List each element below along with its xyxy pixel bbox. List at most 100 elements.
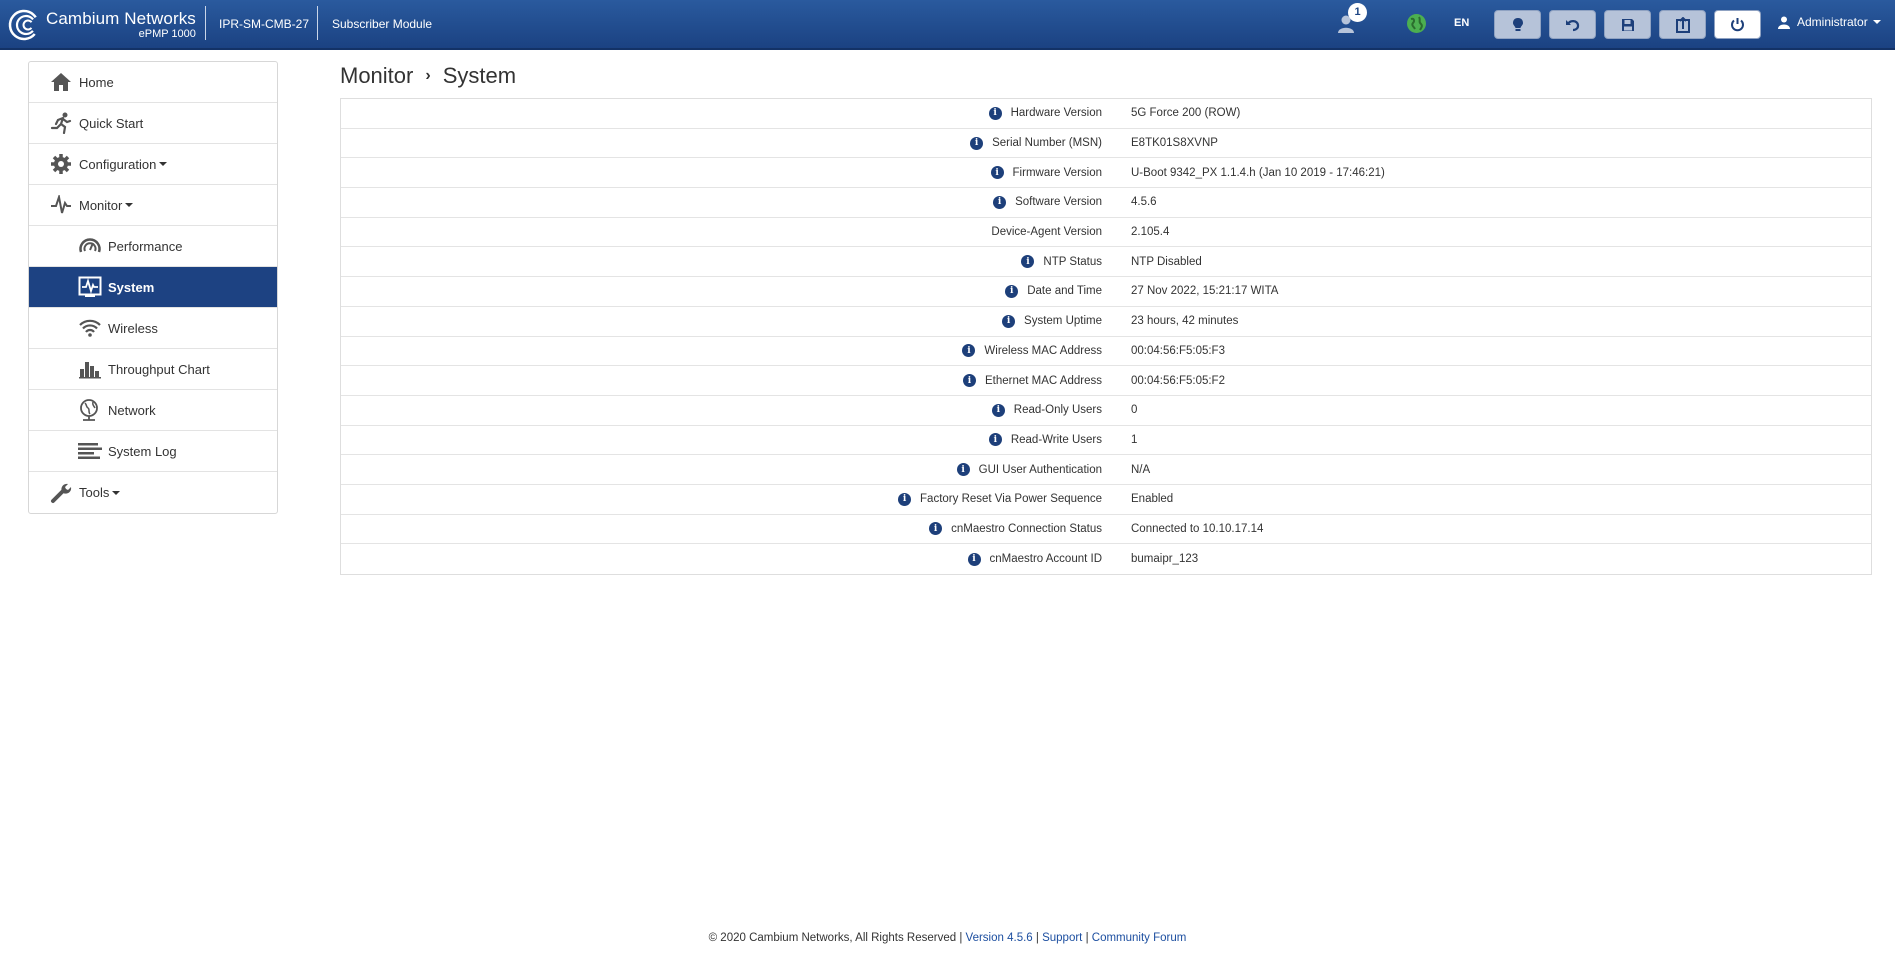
info-icon[interactable]: i <box>1005 284 1019 298</box>
support-link[interactable]: Support <box>1042 932 1082 944</box>
upload-icon <box>1675 16 1690 33</box>
sidebar-item-label: Tools <box>79 485 110 500</box>
reset-button[interactable] <box>1549 10 1596 39</box>
row-label: Device-Agent Version <box>991 226 1102 239</box>
row-value: N/A <box>1131 463 1151 476</box>
breadcrumb-parent[interactable]: Monitor <box>340 63 413 89</box>
chevron-down-icon <box>1872 20 1881 24</box>
sidebar-item-wireless[interactable]: Wireless <box>29 308 277 349</box>
notification-badge: 1 <box>1348 3 1367 22</box>
info-icon[interactable]: i <box>1021 255 1035 269</box>
row-value: NTP Disabled <box>1131 255 1202 268</box>
footer-separator: | <box>1085 932 1089 944</box>
row-label-cell: i Factory Reset Via Power Sequence <box>341 492 1102 506</box>
row-label: Read-Only Users <box>1013 404 1102 417</box>
footer-separator: | <box>1035 932 1039 944</box>
upload-button[interactable] <box>1659 10 1706 39</box>
sidebar-item-label: System Log <box>108 443 177 459</box>
table-row: i Wireless MAC Address 00:04:56:F5:05:F3 <box>341 337 1871 367</box>
row-label: Serial Number (MSN) <box>992 137 1102 150</box>
chevron-down-icon <box>125 203 134 207</box>
row-label: Factory Reset Via Power Sequence <box>920 493 1102 506</box>
table-row: Device-Agent Version 2.105.4 <box>341 218 1871 248</box>
sidebar: Home Quick Start Configuration Monitor P… <box>28 61 278 514</box>
row-label: Read-Write Users <box>1010 433 1102 446</box>
sidebar-item-tools[interactable]: Tools <box>29 472 277 513</box>
language-selector[interactable]: EN <box>1454 17 1469 29</box>
row-value: U-Boot 9342_PX 1.1.4.h (Jan 10 2019 - 17… <box>1131 166 1385 179</box>
sidebar-item-label: Wireless <box>108 320 158 336</box>
footer: © 2020 Cambium Networks, All Rights Rese… <box>0 932 1895 944</box>
sidebar-item-monitor[interactable]: Monitor <box>29 185 277 226</box>
home-icon <box>48 69 74 95</box>
info-icon[interactable]: i <box>1002 314 1016 328</box>
info-icon[interactable]: i <box>967 552 981 566</box>
info-icon[interactable]: i <box>898 492 912 506</box>
row-label: System Uptime <box>1024 315 1102 328</box>
globe-network-icon <box>77 397 103 423</box>
table-row: i Firmware Version U-Boot 9342_PX 1.1.4.h … <box>341 158 1871 189</box>
table-row: i Serial Number (MSN) E8TK01S8XVNP <box>341 129 1871 159</box>
version-link[interactable]: Version 4.5.6 <box>966 932 1033 944</box>
info-icon[interactable]: i <box>970 136 984 150</box>
footer-copyright: © 2020 Cambium Networks, All Rights Rese… <box>708 932 957 944</box>
save-button[interactable] <box>1604 10 1651 39</box>
community-forum-link[interactable]: Community Forum <box>1092 932 1187 944</box>
row-value: E8TK01S8XVNP <box>1131 137 1218 150</box>
sidebar-item-network[interactable]: Network <box>29 390 277 431</box>
info-icon[interactable]: i <box>988 106 1002 120</box>
row-label-cell: i Read-Only Users <box>341 403 1102 417</box>
sidebar-item-system-log[interactable]: System Log <box>29 431 277 472</box>
chevron-right-icon: › <box>425 67 431 84</box>
user-menu[interactable]: Administrator <box>1778 15 1881 29</box>
row-label-cell: i System Uptime <box>341 314 1102 328</box>
header-divider <box>205 6 206 40</box>
sidebar-item-performance[interactable]: Performance <box>29 226 277 267</box>
globe-icon[interactable] <box>1406 13 1427 39</box>
sidebar-item-home[interactable]: Home <box>29 62 277 103</box>
row-label: NTP Status <box>1043 255 1102 268</box>
row-value: 5G Force 200 (ROW) <box>1131 107 1241 120</box>
reboot-button[interactable] <box>1714 10 1761 39</box>
brand[interactable]: Cambium Networks ePMP 1000 <box>8 6 196 44</box>
row-label: Date and Time <box>1027 285 1102 298</box>
info-icon[interactable]: i <box>956 463 970 477</box>
running-person-icon <box>48 110 74 136</box>
row-label: Wireless MAC Address <box>984 344 1102 357</box>
sidebar-item-label: Performance <box>108 238 183 254</box>
table-row: i Read-Write Users 1 <box>341 426 1871 456</box>
log-lines-icon <box>77 438 103 464</box>
chevron-down-icon <box>159 162 168 166</box>
gauge-icon <box>77 233 103 259</box>
brand-name: Cambium Networks <box>46 9 196 28</box>
info-icon[interactable]: i <box>929 522 943 536</box>
sidebar-item-system[interactable]: System <box>29 267 277 308</box>
pulse-icon <box>48 192 74 218</box>
table-row: i Factory Reset Via Power Sequence Enabled <box>341 485 1871 515</box>
info-icon[interactable]: i <box>962 344 976 358</box>
table-row: i System Uptime 23 hours, 42 minutes <box>341 307 1871 337</box>
lightbulb-icon <box>1512 17 1523 31</box>
info-icon[interactable]: i <box>963 374 977 388</box>
info-icon[interactable]: i <box>993 195 1007 209</box>
floppy-disk-icon <box>1621 18 1634 31</box>
info-icon[interactable]: i <box>988 433 1002 447</box>
brand-model: ePMP 1000 <box>138 28 196 40</box>
row-label: Hardware Version <box>1010 107 1102 120</box>
row-value: bumaipr_123 <box>1131 553 1199 566</box>
header-divider <box>317 6 318 40</box>
row-value: 27 Nov 2022, 15:21:17 WITA <box>1131 285 1279 298</box>
row-value: 0 <box>1131 404 1138 417</box>
sidebar-item-quick-start[interactable]: Quick Start <box>29 103 277 144</box>
row-label-cell: i Read-Write Users <box>341 433 1102 447</box>
row-label-cell: i Date and Time <box>341 284 1102 298</box>
sidebar-item-throughput-chart[interactable]: Throughput Chart <box>29 349 277 390</box>
led-button[interactable] <box>1494 10 1541 39</box>
sidebar-item-label: Monitor <box>79 197 123 213</box>
row-label: Firmware Version <box>1012 166 1102 179</box>
row-value: 4.5.6 <box>1131 196 1157 209</box>
info-icon[interactable]: i <box>991 403 1005 417</box>
info-icon[interactable]: i <box>990 166 1004 180</box>
wifi-icon <box>77 315 103 341</box>
sidebar-item-configuration[interactable]: Configuration <box>29 144 277 185</box>
